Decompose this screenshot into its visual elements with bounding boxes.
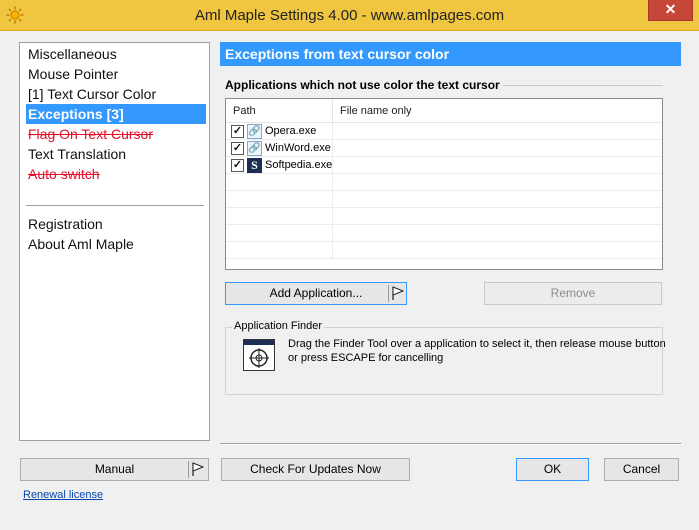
path-cell bbox=[226, 242, 333, 259]
nav-item-text-translation[interactable]: Text Translation bbox=[26, 144, 206, 164]
title-bar[interactable]: Aml Maple Settings 4.00 - www.amlpages.c… bbox=[0, 0, 699, 31]
table-row[interactable]: ✓ S Softpedia.exe bbox=[226, 157, 662, 174]
dialog-client: Miscellaneous Mouse Pointer [1] Text Cur… bbox=[8, 31, 691, 522]
row-path: Softpedia.exe bbox=[265, 159, 333, 171]
nav-item-about[interactable]: About Aml Maple bbox=[26, 234, 206, 254]
empty-row bbox=[226, 242, 662, 259]
nav-item-auto-switch[interactable]: Auto switch bbox=[26, 164, 206, 184]
nav-item-exceptions[interactable]: Exceptions [3] bbox=[26, 104, 206, 124]
column-header-file-name-only[interactable]: File name only bbox=[333, 99, 662, 123]
split-divider bbox=[188, 461, 189, 478]
path-cell bbox=[226, 225, 333, 242]
nav-divider bbox=[26, 205, 204, 207]
table-row[interactable]: ✓ 🔗 Opera.exe bbox=[226, 123, 662, 140]
renewal-license-link[interactable]: Renewal license bbox=[23, 489, 103, 501]
nav-item-registration[interactable]: Registration bbox=[26, 214, 206, 234]
nav-item-miscellaneous[interactable]: Miscellaneous bbox=[26, 44, 206, 64]
applications-list[interactable]: Path File name only ✓ 🔗 Opera.exe ✓ 🔗 Wi… bbox=[225, 98, 663, 270]
flag-icon bbox=[192, 462, 205, 476]
crosshair-icon bbox=[244, 340, 274, 368]
subheader-label: Applications which not use color the tex… bbox=[225, 78, 503, 92]
nav-item-mouse-pointer[interactable]: Mouse Pointer bbox=[26, 64, 206, 84]
check-for-updates-button[interactable]: Check For Updates Now bbox=[221, 458, 410, 481]
column-header-path[interactable]: Path bbox=[226, 99, 333, 123]
softpedia-logo-icon: S bbox=[247, 158, 262, 173]
row-checkbox[interactable]: ✓ bbox=[231, 142, 244, 155]
remove-button[interactable]: Remove bbox=[484, 282, 662, 305]
file-name-only-cell bbox=[333, 157, 662, 174]
settings-nav[interactable]: Miscellaneous Mouse Pointer [1] Text Cur… bbox=[19, 42, 210, 441]
manual-button[interactable]: Manual bbox=[20, 458, 209, 481]
finder-tool-icon[interactable] bbox=[243, 339, 275, 371]
window-title: Aml Maple Settings 4.00 - www.amlpages.c… bbox=[194, 7, 505, 24]
row-checkbox[interactable]: ✓ bbox=[231, 159, 244, 172]
ok-button[interactable]: OK bbox=[516, 458, 589, 481]
empty-row bbox=[226, 174, 662, 191]
path-cell: ✓ 🔗 Opera.exe bbox=[226, 123, 333, 140]
split-divider bbox=[388, 285, 389, 302]
file-name-only-cell bbox=[333, 123, 662, 140]
add-application-button[interactable]: Add Application... bbox=[225, 282, 407, 305]
document-link-icon: 🔗 bbox=[247, 124, 262, 139]
nav-item-flag-on-text-cursor[interactable]: Flag On Text Cursor bbox=[26, 124, 206, 144]
file-name-only-cell bbox=[333, 140, 662, 157]
document-link-icon: 🔗 bbox=[247, 141, 262, 156]
path-cell: ✓ S Softpedia.exe bbox=[226, 157, 333, 174]
row-path: Opera.exe bbox=[265, 125, 317, 137]
list-header: Path File name only bbox=[226, 99, 662, 123]
flag-icon bbox=[392, 286, 405, 300]
application-finder-legend: Application Finder bbox=[232, 320, 325, 332]
nav-item-text-cursor-color[interactable]: [1] Text Cursor Color bbox=[26, 84, 206, 104]
empty-row bbox=[226, 208, 662, 225]
path-cell bbox=[226, 174, 333, 191]
close-icon: ✕ bbox=[664, 1, 677, 17]
table-row[interactable]: ✓ 🔗 WinWord.exe bbox=[226, 140, 662, 157]
row-checkbox[interactable]: ✓ bbox=[231, 125, 244, 138]
path-cell bbox=[226, 208, 333, 225]
row-path: WinWord.exe bbox=[265, 142, 331, 154]
bottom-divider bbox=[220, 443, 681, 445]
section-header: Exceptions from text cursor color bbox=[220, 42, 681, 66]
manual-label: Manual bbox=[94, 462, 135, 476]
cancel-button[interactable]: Cancel bbox=[604, 458, 679, 481]
path-cell: ✓ 🔗 WinWord.exe bbox=[226, 140, 333, 157]
finder-instructions: Drag the Finder Tool over a application … bbox=[288, 338, 666, 364]
empty-row bbox=[226, 225, 662, 242]
add-application-label: Add Application... bbox=[269, 286, 363, 300]
empty-row bbox=[226, 191, 662, 208]
close-button[interactable]: ✕ bbox=[648, 0, 693, 21]
path-cell bbox=[226, 191, 333, 208]
